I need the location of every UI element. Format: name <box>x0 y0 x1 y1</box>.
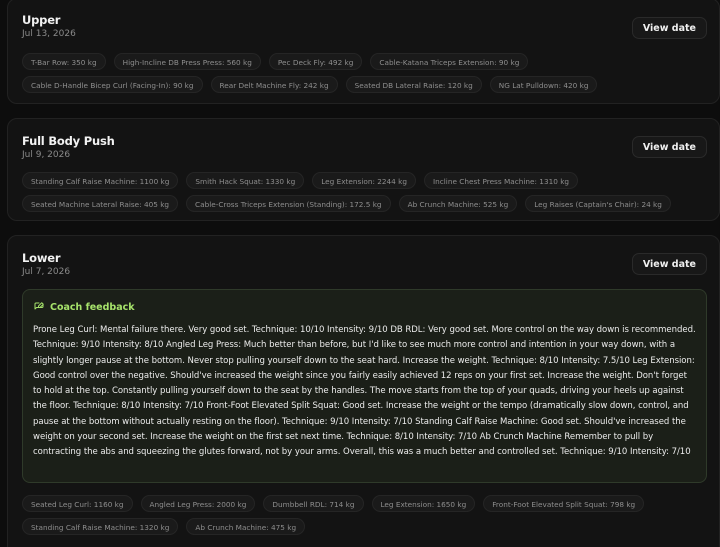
exercise-chip: Leg Raises (Captain's Chair): 24 kg <box>525 195 671 212</box>
exercise-chip: Smith Hack Squat: 1330 kg <box>186 172 305 189</box>
workout-title: Upper <box>22 13 61 27</box>
exercise-chip: Rear Delt Machine Fly: 242 kg <box>210 76 338 93</box>
exercise-chip: Cable D-Handle Bicep Curl (Facing-In): 9… <box>22 76 203 93</box>
exercise-list: Seated Leg Curl: 1160 kg Angled Leg Pres… <box>22 495 711 535</box>
workout-date: Jul 13, 2026 <box>22 29 76 39</box>
exercise-chip: Cable-Cross Triceps Extension (Standing)… <box>186 195 391 212</box>
exercise-chip: T-Bar Row: 350 kg <box>22 53 106 70</box>
exercise-chip: Angled Leg Press: 2000 kg <box>140 495 256 512</box>
workout-history-page: Upper Jul 13, 2026 View date T-Bar Row: … <box>0 0 720 547</box>
exercise-chip: High-Incline DB Press Press: 560 kg <box>113 53 261 70</box>
exercise-chip: Leg Extension: 1650 kg <box>371 495 476 512</box>
coach-feedback-text: Prone Leg Curl: Mental failure there. Ve… <box>33 325 696 458</box>
exercise-list: Standing Calf Raise Machine: 1100 kg Smi… <box>22 172 711 212</box>
exercise-chip: Dumbbell RDL: 714 kg <box>263 495 364 512</box>
exercise-chip: Seated DB Lateral Raise: 120 kg <box>345 76 482 93</box>
exercise-chip: Leg Extension: 2244 kg <box>312 172 416 189</box>
exercise-chip: Standing Calf Raise Machine: 1320 kg <box>22 518 179 535</box>
workout-date: Jul 7, 2026 <box>22 267 71 277</box>
coach-feedback-title: Coach feedback <box>50 301 135 313</box>
workout-title: Lower <box>22 251 61 265</box>
exercise-chip: Cable-Katana Triceps Extension: 90 kg <box>370 53 529 70</box>
exercise-chip: Ab Crunch Machine: 525 kg <box>398 195 518 212</box>
workout-card-full-body-push: Full Body Push Jul 9, 2026 View date Sta… <box>7 118 720 221</box>
workout-card-lower: Lower Jul 7, 2026 View date Coach feedba… <box>7 235 720 547</box>
exercise-list: T-Bar Row: 350 kg High-Incline DB Press … <box>22 53 711 93</box>
exercise-chip: Incline Chest Press Machine: 1310 kg <box>423 172 579 189</box>
exercise-chip: Seated Machine Lateral Raise: 405 kg <box>22 195 179 212</box>
message-edit-icon <box>34 302 44 310</box>
view-date-button[interactable]: View date <box>631 253 707 275</box>
exercise-chip: Front-Foot Elevated Split Squat: 798 kg <box>483 495 645 512</box>
exercise-chip: Seated Leg Curl: 1160 kg <box>22 495 133 512</box>
view-date-button[interactable]: View date <box>631 17 707 39</box>
exercise-chip: Ab Crunch Machine: 475 kg <box>186 518 306 535</box>
exercise-chip: Standing Calf Raise Machine: 1100 kg <box>22 172 179 189</box>
coach-feedback-header: Coach feedback <box>33 300 696 314</box>
workout-date: Jul 9, 2026 <box>22 150 71 160</box>
exercise-chip: NG Lat Pulldown: 420 kg <box>489 76 598 93</box>
workout-title: Full Body Push <box>22 134 115 148</box>
workout-card-upper: Upper Jul 13, 2026 View date T-Bar Row: … <box>7 0 720 104</box>
exercise-chip: Pec Deck Fly: 492 kg <box>268 53 363 70</box>
view-date-button[interactable]: View date <box>631 136 707 158</box>
coach-feedback-panel: Coach feedback Prone Leg Curl: Mental fa… <box>22 289 707 483</box>
